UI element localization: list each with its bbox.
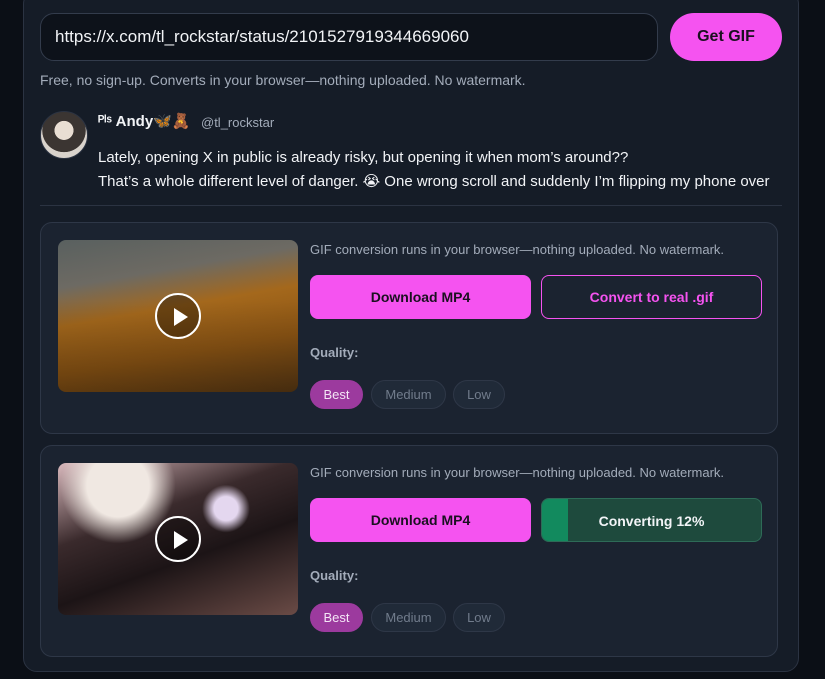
quality-label: Quality: [310, 568, 359, 583]
quality-best-button[interactable]: Best [310, 603, 363, 632]
play-icon[interactable] [155, 293, 201, 339]
quality-label: Quality: [310, 345, 359, 360]
author-handle: @tl_rockstar [201, 115, 275, 130]
download-mp4-button[interactable]: Download MP4 [310, 275, 531, 319]
media-card-1: GIF conversion runs in your browser—noth… [40, 222, 778, 434]
progress-label: Converting 12% [598, 513, 705, 529]
video-thumbnail[interactable] [58, 240, 298, 392]
tweet-text-line-1: Lately, opening X in public is already r… [98, 149, 629, 166]
url-input[interactable] [40, 13, 658, 61]
media-card-2: GIF conversion runs in your browser—noth… [40, 445, 778, 657]
quality-low-button[interactable]: Low [453, 603, 505, 632]
author-avatar [40, 111, 88, 159]
quality-best-button[interactable]: Best [310, 380, 363, 409]
quality-low-button[interactable]: Low [453, 380, 505, 409]
play-icon[interactable] [155, 516, 201, 562]
tweet-text-line-2: That’s a whole different level of danger… [98, 173, 770, 190]
download-mp4-button[interactable]: Download MP4 [310, 498, 531, 542]
conversion-note: GIF conversion runs in your browser—noth… [310, 242, 725, 257]
convert-gif-button[interactable]: Convert to real .gif [541, 275, 762, 319]
divider [40, 205, 782, 206]
author-name: ᴾˡˢ Andy🦋🧸 [98, 113, 191, 130]
quality-medium-button[interactable]: Medium [371, 380, 446, 409]
converting-progress: Converting 12% [541, 498, 762, 542]
conversion-note: GIF conversion runs in your browser—noth… [310, 465, 725, 480]
video-thumbnail[interactable] [58, 463, 298, 615]
privacy-note: Free, no sign-up. Converts in your brows… [40, 72, 526, 88]
quality-medium-button[interactable]: Medium [371, 603, 446, 632]
get-gif-button[interactable]: Get GIF [670, 13, 782, 61]
